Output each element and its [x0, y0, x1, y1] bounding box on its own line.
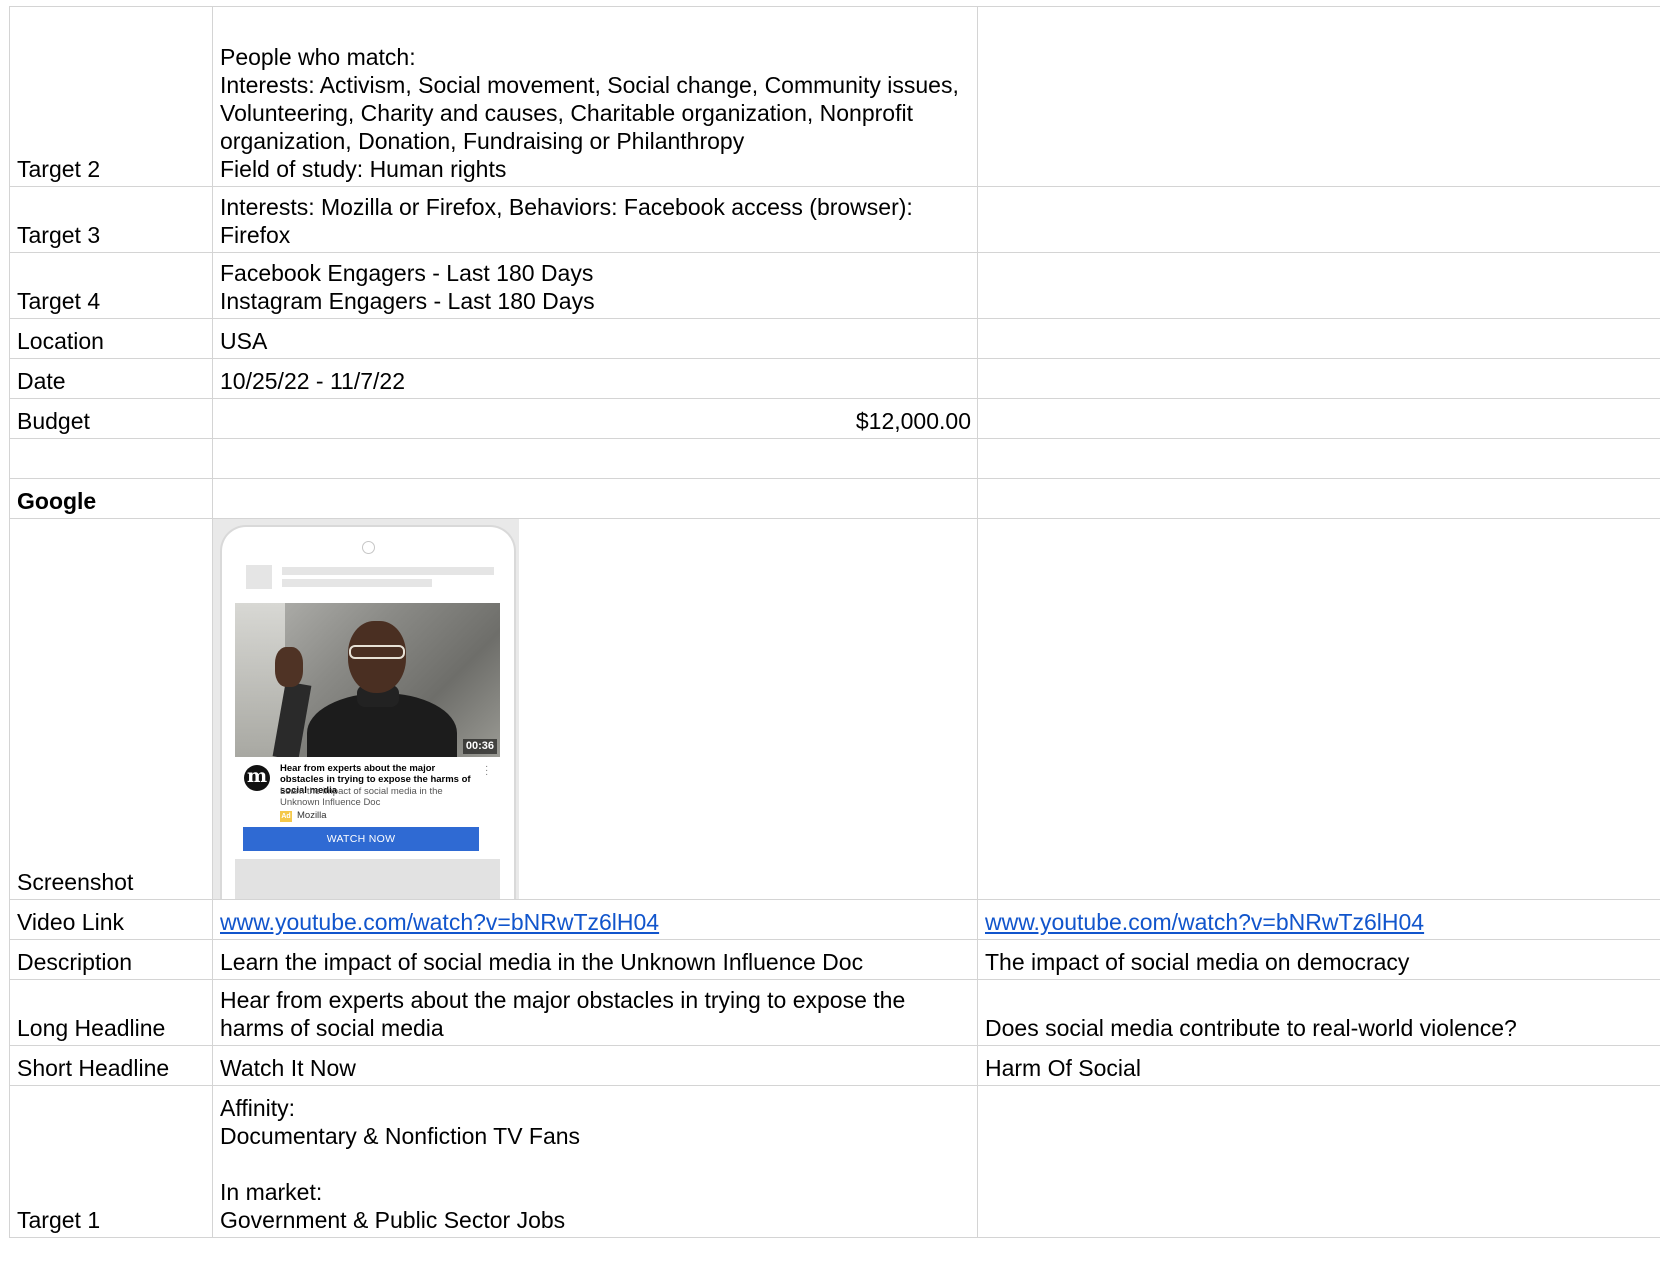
cell-location-value[interactable]: USA [212, 318, 978, 359]
video-duration: 00:36 [462, 739, 497, 754]
video-thumbnail: 00:36 [235, 603, 500, 757]
table-row-target-2: Target 2 People who match: Interests: Ac… [9, 6, 1660, 187]
placeholder-footer [235, 859, 500, 899]
video-link-2[interactable]: www.youtube.com/watch?v=bNRwTz6lH04 [985, 909, 1424, 935]
cell-empty-a[interactable] [9, 438, 213, 479]
video-glasses [349, 645, 405, 659]
table-row-screenshot: Screenshot 00:36 m Hear from experts abo… [9, 518, 1660, 900]
cell-screenshot-empty[interactable] [977, 518, 1660, 900]
table-row-long-headline: Long Headline Hear from experts about th… [9, 979, 1660, 1046]
cell-target-2-value[interactable]: People who match: Interests: Activism, S… [212, 6, 978, 187]
table-row-target-1: Target 1 Affinity: Documentary & Nonfict… [9, 1085, 1660, 1238]
cell-google-empty-c[interactable] [977, 478, 1660, 519]
cell-label-budget[interactable]: Budget [9, 398, 213, 439]
cell-empty-b[interactable] [212, 438, 978, 479]
table-row-location: Location USA [9, 318, 1660, 359]
ad-preview-image: 00:36 m Hear from experts about the majo… [213, 519, 519, 899]
cell-label-long-headline[interactable]: Long Headline [9, 979, 213, 1046]
cell-target-4-empty[interactable] [977, 252, 1660, 319]
spreadsheet-grid: Target 2 People who match: Interests: Ac… [9, 6, 1660, 1238]
cell-label-short-headline[interactable]: Short Headline [9, 1045, 213, 1086]
table-row-empty [9, 438, 1660, 479]
video-link[interactable]: www.youtube.com/watch?v=bNRwTz6lH04 [220, 909, 659, 935]
cell-label-target-4[interactable]: Target 4 [9, 252, 213, 319]
placeholder-line [282, 567, 494, 575]
watch-now-button: WATCH NOW [243, 827, 479, 851]
vertical-dots-icon: · · · [485, 761, 489, 780]
cell-label-target-2[interactable]: Target 2 [9, 6, 213, 187]
cell-label-location[interactable]: Location [9, 318, 213, 359]
cell-label-target-1[interactable]: Target 1 [9, 1085, 213, 1238]
table-row-date: Date 10/25/22 - 11/7/22 [9, 358, 1660, 399]
cell-google-empty-b[interactable] [212, 478, 978, 519]
ad-badge: Ad [280, 811, 292, 822]
cell-location-empty[interactable] [977, 318, 1660, 359]
cell-video-link[interactable]: www.youtube.com/watch?v=bNRwTz6lH04 [212, 899, 978, 940]
table-row-google: Google [9, 478, 1660, 519]
cell-description-value[interactable]: Learn the impact of social media in the … [212, 939, 978, 980]
cell-screenshot-image[interactable]: 00:36 m Hear from experts about the majo… [212, 518, 978, 900]
cell-label-screenshot[interactable]: Screenshot [9, 518, 213, 900]
placeholder-line [282, 579, 432, 587]
cell-short-headline-value[interactable]: Watch It Now [212, 1045, 978, 1086]
cell-label-description[interactable]: Description [9, 939, 213, 980]
cell-description-value-2[interactable]: The impact of social media on democracy [977, 939, 1660, 980]
cell-target-3-empty[interactable] [977, 186, 1660, 253]
cell-date-empty[interactable] [977, 358, 1660, 399]
cell-short-headline-value-2[interactable]: Harm Of Social [977, 1045, 1660, 1086]
spreadsheet: Target 2 People who match: Interests: Ac… [0, 0, 1660, 1287]
mozilla-m-logo-icon: m [244, 765, 270, 791]
cell-target-1-value[interactable]: Affinity: Documentary & Nonfiction TV Fa… [212, 1085, 978, 1238]
table-row-short-headline: Short Headline Watch It Now Harm Of Soci… [9, 1045, 1660, 1086]
cell-target-1-empty[interactable] [977, 1085, 1660, 1238]
cell-target-2-empty[interactable] [977, 6, 1660, 187]
cell-video-link-2[interactable]: www.youtube.com/watch?v=bNRwTz6lH04 [977, 899, 1660, 940]
video-hand [275, 647, 303, 687]
table-row-target-4: Target 4 Facebook Engagers - Last 180 Da… [9, 252, 1660, 319]
table-row-description: Description Learn the impact of social m… [9, 939, 1660, 980]
cell-target-3-value[interactable]: Interests: Mozilla or Firefox, Behaviors… [212, 186, 978, 253]
placeholder-thumb [246, 565, 272, 589]
table-row-video-link: Video Link www.youtube.com/watch?v=bNRwT… [9, 899, 1660, 940]
cell-date-value[interactable]: 10/25/22 - 11/7/22 [212, 358, 978, 399]
ad-description: Learn the impact of social media in the … [280, 786, 443, 808]
cell-long-headline-value[interactable]: Hear from experts about the major obstac… [212, 979, 978, 1046]
cell-label-video-link[interactable]: Video Link [9, 899, 213, 940]
cell-empty-c[interactable] [977, 438, 1660, 479]
phone-frame: 00:36 m Hear from experts about the majo… [220, 525, 516, 899]
cell-label-date[interactable]: Date [9, 358, 213, 399]
cell-target-4-value[interactable]: Facebook Engagers - Last 180 Days Instag… [212, 252, 978, 319]
table-row-target-3: Target 3 Interests: Mozilla or Firefox, … [9, 186, 1660, 253]
table-row-budget: Budget $12,000.00 [9, 398, 1660, 439]
ad-advertiser: Mozilla [297, 810, 327, 821]
cell-long-headline-value-2[interactable]: Does social media contribute to real-wor… [977, 979, 1660, 1046]
cell-label-target-3[interactable]: Target 3 [9, 186, 213, 253]
phone-camera [362, 541, 375, 554]
cell-budget-value[interactable]: $12,000.00 [212, 398, 978, 439]
cell-budget-empty[interactable] [977, 398, 1660, 439]
cell-section-google[interactable]: Google [9, 478, 213, 519]
